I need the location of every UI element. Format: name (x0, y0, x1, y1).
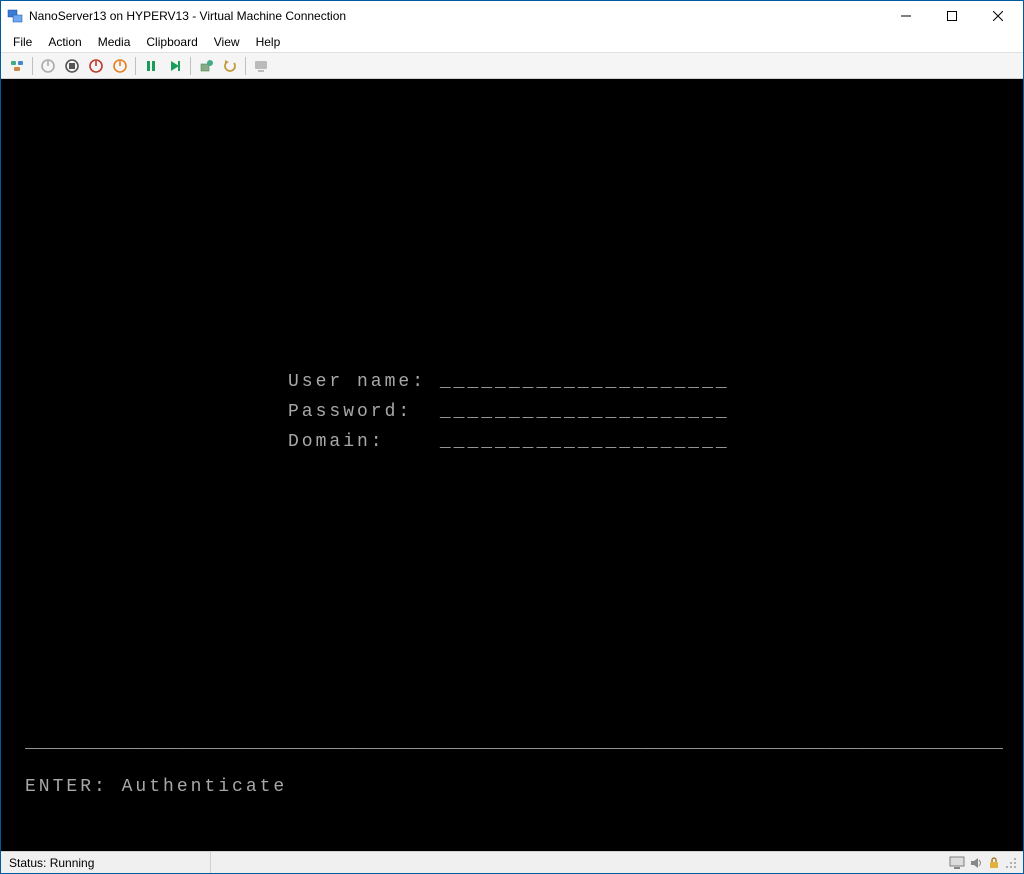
window-title: NanoServer13 on HYPERV13 - Virtual Machi… (29, 9, 883, 23)
revert-icon (222, 58, 238, 74)
checkpoint-icon (198, 58, 214, 74)
toolbar (1, 53, 1023, 79)
minimize-icon (901, 11, 911, 21)
username-row: User name: _____________________ (288, 367, 730, 397)
password-row: Password: _____________________ (288, 397, 730, 427)
statusbar-tray (943, 856, 1023, 870)
toolbar-start-button[interactable] (37, 55, 59, 77)
close-button[interactable] (975, 1, 1021, 31)
lock-icon (987, 856, 1001, 870)
toolbar-pause-button[interactable] (140, 55, 162, 77)
login-prompt: User name: _____________________ Passwor… (288, 367, 730, 457)
toolbar-enhanced-button[interactable] (250, 55, 272, 77)
titlebar: NanoServer13 on HYPERV13 - Virtual Machi… (1, 1, 1023, 31)
domain-field[interactable]: _____________________ (440, 432, 730, 452)
vm-console[interactable]: User name: _____________________ Passwor… (1, 79, 1023, 851)
start-icon (40, 58, 56, 74)
app-icon (7, 8, 23, 24)
menu-media[interactable]: Media (90, 33, 139, 51)
password-label: Password: (288, 402, 412, 422)
toolbar-revert-button[interactable] (219, 55, 241, 77)
menu-clipboard[interactable]: Clipboard (138, 33, 205, 51)
window-controls (883, 1, 1021, 31)
menu-action[interactable]: Action (40, 33, 89, 51)
menu-view[interactable]: View (206, 33, 248, 51)
toolbar-separator (32, 57, 33, 75)
auth-hint: ENTER: Authenticate (25, 777, 287, 797)
toolbar-turnoff-button[interactable] (61, 55, 83, 77)
statusbar: Status: Running (1, 851, 1023, 873)
status-text: Status: Running (1, 852, 211, 873)
enhanced-icon (253, 58, 269, 74)
username-label: User name: (288, 372, 426, 392)
domain-label: Domain: (288, 432, 385, 452)
menu-help[interactable]: Help (248, 33, 289, 51)
pause-icon (143, 58, 159, 74)
console-divider: ________________________________________… (25, 733, 1003, 753)
username-field[interactable]: _____________________ (440, 372, 730, 392)
minimize-button[interactable] (883, 1, 929, 31)
speaker-icon (969, 856, 983, 870)
ctrl-alt-del-icon (9, 58, 25, 74)
menubar: File Action Media Clipboard View Help (1, 31, 1023, 53)
display-icon (949, 856, 965, 870)
reset-icon (167, 58, 183, 74)
toolbar-reset-button[interactable] (164, 55, 186, 77)
toolbar-separator (190, 57, 191, 75)
toolbar-ctrl-alt-del-button[interactable] (6, 55, 28, 77)
shutdown-icon (88, 58, 104, 74)
save-icon (112, 58, 128, 74)
toolbar-separator (245, 57, 246, 75)
close-icon (993, 11, 1003, 21)
toolbar-shutdown-button[interactable] (85, 55, 107, 77)
app-window: NanoServer13 on HYPERV13 - Virtual Machi… (0, 0, 1024, 874)
domain-row: Domain: _____________________ (288, 427, 730, 457)
menu-file[interactable]: File (5, 33, 40, 51)
resize-grip-icon[interactable] (1005, 857, 1017, 869)
password-field[interactable]: _____________________ (440, 402, 730, 422)
toolbar-checkpoint-button[interactable] (195, 55, 217, 77)
turnoff-icon (64, 58, 80, 74)
maximize-icon (947, 11, 957, 21)
toolbar-save-button[interactable] (109, 55, 131, 77)
maximize-button[interactable] (929, 1, 975, 31)
toolbar-separator (135, 57, 136, 75)
